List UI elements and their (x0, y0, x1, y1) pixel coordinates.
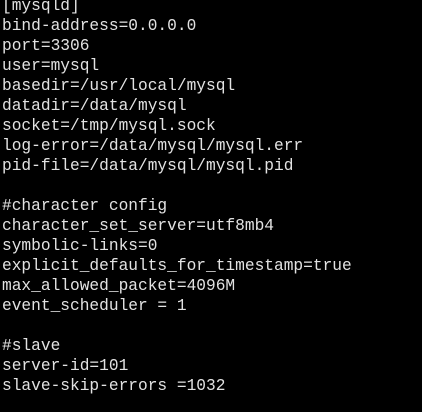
config-line-log-error: log-error=/data/mysql/mysql.err (2, 137, 304, 155)
config-line-port: port=3306 (2, 37, 90, 55)
config-line-event-scheduler: event_scheduler = 1 (2, 297, 187, 315)
config-line-symbolic-links: symbolic-links=0 (2, 237, 158, 255)
config-line-max-allowed-packet: max_allowed_packet=4096M (2, 277, 236, 295)
config-comment-slave: #slave (2, 337, 61, 355)
config-line-basedir: basedir=/usr/local/mysql (2, 77, 236, 95)
terminal-window[interactable]: [mysqld] bind-address=0.0.0.0 port=3306 … (0, 0, 422, 412)
config-line-character-set-server: character_set_server=utf8mb4 (2, 217, 274, 235)
config-line-user: user=mysql (2, 57, 100, 75)
config-line-explicit-defaults: explicit_defaults_for_timestamp=true (2, 257, 352, 275)
config-line-socket: socket=/tmp/mysql.sock (2, 117, 216, 135)
config-section-header: [mysqld] (2, 0, 80, 15)
config-comment-character: #character config (2, 197, 168, 215)
config-line-datadir: datadir=/data/mysql (2, 97, 187, 115)
config-line-pid-file: pid-file=/data/mysql/mysql.pid (2, 157, 294, 175)
config-line-bind-address: bind-address=0.0.0.0 (2, 17, 197, 35)
config-line-slave-skip-errors: slave-skip-errors =1032 (2, 377, 226, 395)
config-line-server-id: server-id=101 (2, 357, 129, 375)
